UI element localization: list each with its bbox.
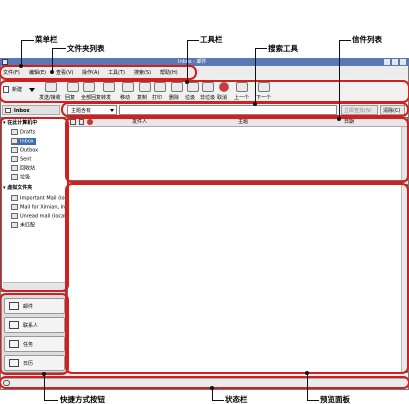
toolbar-highlight: [0, 80, 409, 103]
toolbar-leader-dot: [185, 80, 189, 84]
folder-list-leader: [52, 48, 66, 49]
toolbar-leader: [187, 40, 199, 41]
folder-list-highlight: [0, 117, 69, 292]
maximize-icon[interactable]: [392, 59, 398, 65]
message-list-highlight: [65, 117, 409, 183]
shortcut-leader: [44, 375, 45, 401]
close-icon[interactable]: [400, 59, 406, 65]
current-folder-name: Inbox: [14, 108, 30, 114]
annotation-preview-pane: 预览面板: [320, 395, 350, 404]
menubar-leader: [21, 40, 34, 41]
annotation-status-bar: 状态栏: [225, 395, 248, 404]
annotation-message-list: 信件列表: [352, 35, 382, 44]
annotation-folder-list: 文件夹列表: [67, 44, 105, 53]
folder-list-leader: [52, 48, 53, 72]
shortcut-leader-dot: [42, 372, 46, 376]
search-tool-leader: [255, 48, 256, 104]
folder-list-leader-dot: [50, 70, 54, 74]
shortcut-leader: [44, 400, 58, 401]
status-bar-leader-dot: [210, 386, 214, 390]
menubar-leader-dot: [19, 64, 23, 68]
message-list-leader: [339, 40, 340, 119]
preview-pane-highlight: [65, 183, 409, 374]
search-highlight: [61, 102, 409, 117]
message-list-leader-dot: [337, 117, 341, 121]
inbox-icon: [5, 108, 11, 113]
message-list-leader: [339, 40, 351, 41]
annotation-menubar: 菜单栏: [35, 35, 58, 44]
preview-pane-leader: [307, 400, 319, 401]
preview-pane-leader: [307, 373, 308, 401]
status-bar-leader: [212, 400, 224, 401]
annotation-search-tool: 搜索工具: [268, 44, 298, 53]
status-bar-highlight: [0, 376, 409, 389]
annotation-shortcut-buttons: 快捷方式按钮: [60, 395, 105, 404]
toolbar-leader: [187, 40, 188, 82]
preview-pane-leader-dot: [305, 371, 309, 375]
current-folder-label: Inbox: [2, 105, 60, 115]
menubar-highlight: [0, 65, 197, 80]
annotation-toolbar: 工具栏: [200, 35, 223, 44]
menubar-leader: [21, 40, 22, 67]
search-tool-leader: [255, 48, 267, 49]
minimize-icon[interactable]: [384, 59, 390, 65]
search-tool-leader-dot: [253, 102, 257, 106]
shortcut-highlight: [0, 293, 69, 375]
